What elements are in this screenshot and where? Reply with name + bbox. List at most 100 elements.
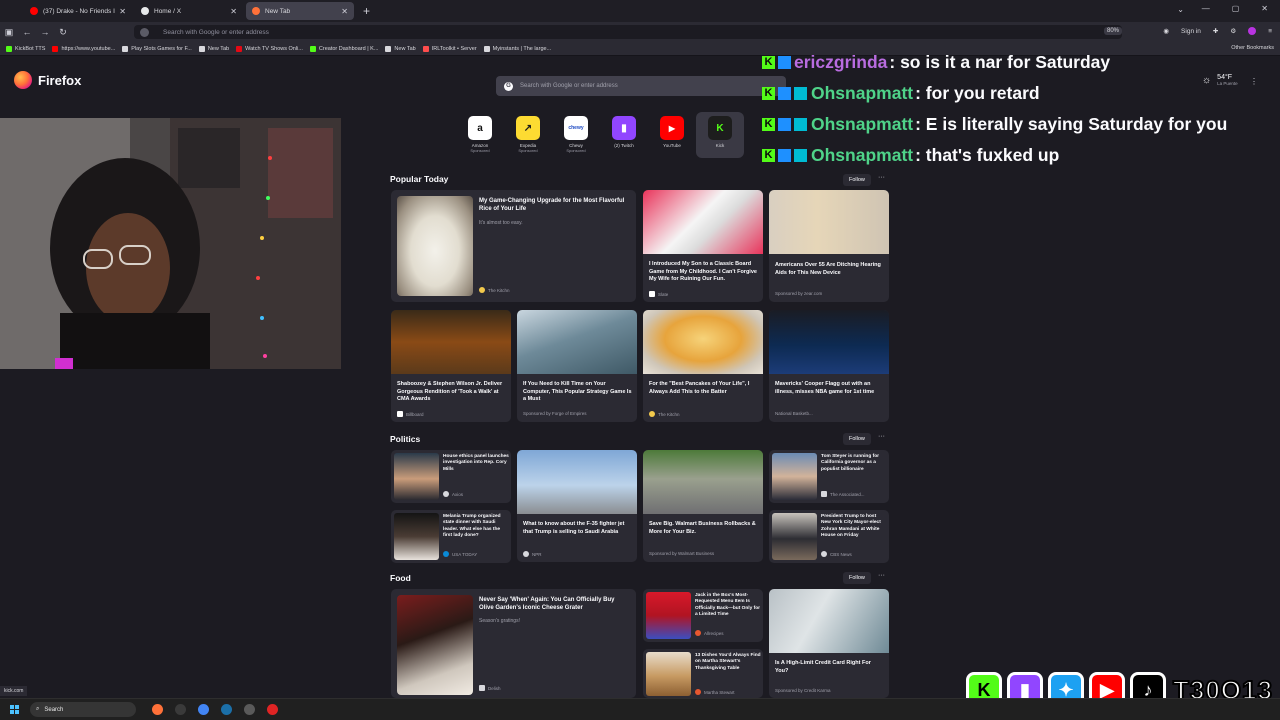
- expedia-icon: ↗: [516, 116, 540, 140]
- follow-button[interactable]: Follow: [843, 433, 871, 445]
- bookmark-icon: [6, 45, 12, 52]
- f35-image: [517, 450, 637, 514]
- story-card[interactable]: President Trump to host New York City Ma…: [769, 510, 889, 563]
- more-icon[interactable]: ···: [878, 433, 885, 440]
- gifter-badge-icon: [794, 149, 807, 162]
- profile-icon[interactable]: [1248, 27, 1257, 35]
- news-thumbnail: [394, 453, 439, 500]
- chat-message: K Ohsnapmatt: for you retard: [762, 78, 1227, 109]
- story-card[interactable]: I Introduced My Son to a Classic Board G…: [643, 190, 763, 302]
- shortcut-chewy[interactable]: chewy Chewy Sponsored: [552, 112, 600, 158]
- story-card[interactable]: 13 Dishes You'd Always Find on Martha St…: [643, 649, 763, 698]
- board-game-image: [643, 190, 763, 254]
- close-icon[interactable]: ✕: [341, 7, 348, 16]
- forward-icon[interactable]: →: [36, 27, 54, 37]
- search-input[interactable]: G Search with Google or enter address: [496, 76, 786, 96]
- story-card[interactable]: If You Need to Kill Time on Your Compute…: [517, 310, 637, 422]
- steam-icon[interactable]: [221, 704, 232, 715]
- source-icon: [479, 287, 485, 293]
- bookmark-item[interactable]: Play Slots Games for F...: [122, 45, 192, 52]
- search-engine-icon[interactable]: [140, 27, 149, 37]
- rice-image: [397, 196, 473, 296]
- story-card[interactable]: Save Big. Walmart Business Rollbacks & M…: [643, 450, 763, 562]
- bookmark-item[interactable]: Creator Dashboard | K...: [309, 45, 378, 52]
- settings-icon[interactable]: ⚙: [1230, 27, 1236, 35]
- recorder-icon[interactable]: [267, 704, 278, 715]
- webcam-overlay: [0, 118, 341, 369]
- webcam-feed: [0, 118, 341, 369]
- maximize-icon[interactable]: ▢: [1232, 4, 1240, 13]
- news-thumbnail: [772, 513, 817, 560]
- story-card[interactable]: Never Say 'When' Again: You Can Official…: [391, 589, 636, 698]
- bookmark-icon: [198, 45, 205, 52]
- status-url: kick.com: [0, 686, 28, 696]
- firefox-icon[interactable]: [152, 704, 163, 715]
- chrome-icon[interactable]: [198, 704, 209, 715]
- tab-youtube[interactable]: (37) Drake - No Friends In The ✕: [24, 2, 132, 20]
- close-icon[interactable]: ✕: [119, 7, 126, 16]
- story-card[interactable]: My Game-Changing Upgrade for the Most Fl…: [391, 190, 636, 302]
- story-card[interactable]: Tom Steyer is running for California gov…: [769, 450, 889, 503]
- bookmark-item[interactable]: https://www.youtube...: [52, 45, 115, 52]
- bookmark-item[interactable]: New Tab: [198, 45, 229, 52]
- story-card[interactable]: For the "Best Pancakes of Your Life", I …: [643, 310, 763, 422]
- youtube-icon: ▶: [660, 116, 684, 140]
- sidebar-icon[interactable]: ▣: [0, 27, 18, 38]
- shortcut-kick[interactable]: K Kick: [696, 112, 744, 158]
- source-icon: [443, 551, 449, 557]
- account-icon[interactable]: ◉: [1163, 27, 1169, 35]
- firefox-icon: [252, 7, 260, 15]
- cheese-grater-image: [397, 595, 473, 695]
- story-card[interactable]: Shaboozey & Stephen Wilson Jr. Deliver G…: [391, 310, 511, 422]
- follow-button[interactable]: Follow: [843, 174, 871, 186]
- shortcut-twitch[interactable]: ▮ (2) Twitch: [600, 112, 648, 158]
- shortcut-amazon[interactable]: a Amazon Sponsored: [456, 112, 504, 158]
- obs-icon[interactable]: [244, 704, 255, 715]
- shortcut-youtube[interactable]: ▶ YouTube: [648, 112, 696, 158]
- bookmark-item[interactable]: Myinstants | The large...: [483, 45, 551, 52]
- taskbar-search[interactable]: ⌕ Search: [30, 702, 136, 717]
- walmart-image: [643, 450, 763, 514]
- minimize-icon[interactable]: —: [1202, 4, 1210, 13]
- sign-in-button[interactable]: Sign in: [1181, 28, 1201, 35]
- story-card[interactable]: House ethics panel launches investigatio…: [391, 450, 511, 503]
- thanksgiving-image: [646, 652, 691, 696]
- bookmark-item[interactable]: IRLToolkit • Server: [422, 45, 477, 52]
- story-card[interactable]: Americans Over 55 Are Ditching Hearing A…: [769, 190, 889, 302]
- tab-list-button[interactable]: ⌄: [1177, 5, 1184, 14]
- tab-x[interactable]: Home / X ✕: [135, 2, 243, 20]
- close-icon[interactable]: ✕: [230, 7, 237, 16]
- url-bar[interactable]: Search with Google or enter address 80%: [134, 25, 1122, 39]
- zoom-badge[interactable]: 80%: [1103, 27, 1122, 35]
- bookmark-item[interactable]: KickBot TTS: [6, 45, 45, 52]
- app-icon[interactable]: [175, 704, 186, 715]
- subscriber-badge-icon: [778, 149, 791, 162]
- extensions-icon[interactable]: ✚: [1213, 27, 1218, 35]
- source-icon: [479, 685, 485, 691]
- more-icon[interactable]: ···: [878, 572, 885, 579]
- section-food: Food: [390, 573, 411, 583]
- window-close-icon[interactable]: ✕: [1261, 4, 1268, 13]
- tab-new-tab[interactable]: New Tab ✕: [246, 2, 354, 20]
- x-icon: [141, 7, 149, 15]
- reload-icon[interactable]: ↻: [54, 27, 72, 38]
- weather-menu-icon[interactable]: ⋮: [1250, 77, 1258, 86]
- bookmark-item[interactable]: Watch TV Shows Onli...: [236, 45, 303, 52]
- story-card[interactable]: Is A High-Limit Credit Card Right For Yo…: [769, 589, 889, 698]
- bookmark-item[interactable]: New Tab: [385, 45, 416, 52]
- story-card[interactable]: Melania Trump organized state dinner wit…: [391, 510, 511, 563]
- news-thumbnail: [394, 513, 439, 560]
- back-icon[interactable]: ←: [18, 27, 36, 37]
- story-card[interactable]: Jack in the Box's Most-Requested Menu It…: [643, 589, 763, 642]
- more-icon[interactable]: ···: [878, 174, 885, 181]
- other-bookmarks[interactable]: Other Bookmarks: [1231, 45, 1274, 51]
- new-tab-button[interactable]: +: [363, 4, 370, 18]
- kick-badge-icon: K: [762, 118, 775, 131]
- shortcut-expedia[interactable]: ↗ Expedia Sponsored: [504, 112, 552, 158]
- top-sites: a Amazon Sponsored ↗ Expedia Sponsored chewy…: [456, 112, 744, 158]
- story-card[interactable]: What to know about the F-35 fighter jet …: [517, 450, 637, 562]
- windows-start-icon[interactable]: [10, 704, 20, 715]
- follow-button[interactable]: Follow: [843, 572, 871, 584]
- app-menu-icon[interactable]: ≡: [1268, 28, 1272, 35]
- story-card[interactable]: Mavericks' Cooper Flagg out with an illn…: [769, 310, 889, 422]
